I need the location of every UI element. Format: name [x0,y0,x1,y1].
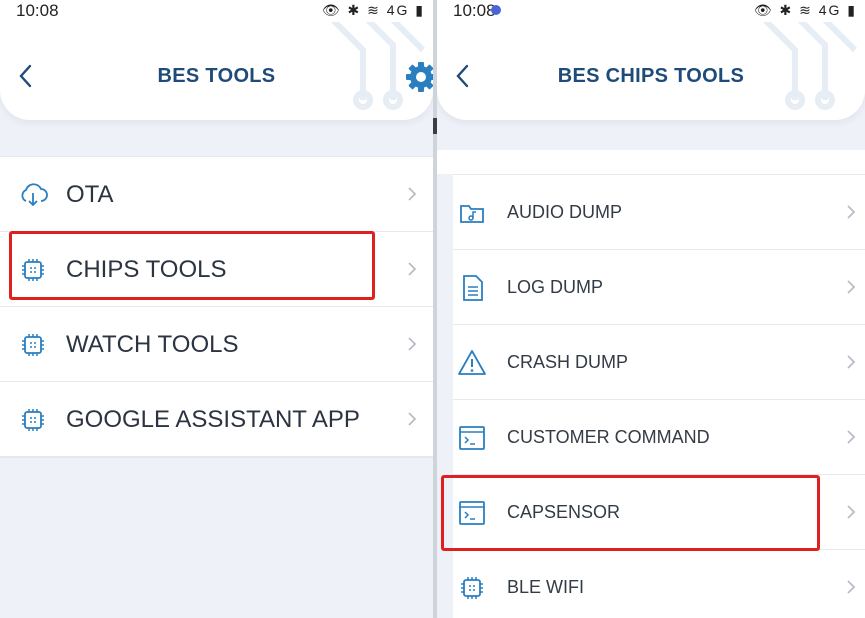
chevron-right-icon [408,337,417,351]
list-item-ble-wifi[interactable]: BLE WIFI [453,550,865,618]
list-item-capsensor[interactable]: CAPSENSOR [453,475,865,550]
list-item-customer-command[interactable]: CUSTOMER COMMAND [453,400,865,475]
status-bar: 10:08 👁 ✱ ≋ 4G ▮ [0,0,433,22]
list-item-label: BLE WIFI [507,577,585,597]
chevron-right-icon [408,262,417,276]
list-item-google-assistant-app[interactable]: GOOGLE ASSISTANT APP [0,382,433,457]
bes-tools-screen: BES TOOLS 10:08 👁 ✱ ≋ 4G ▮ OTA CHIPS TOO… [0,0,433,618]
audio-folder-icon [460,205,484,223]
bes-chips-tools-screen: BES CHIPS TOOLS 10:08 👁 ✱ ≋ 4G ▮ AUDIO D… [437,0,865,618]
chevron-right-icon [847,505,856,519]
warning-icon [458,350,486,375]
chevron-right-icon [847,280,856,294]
status-time: 10:08 [453,1,496,20]
chevron-right-icon [847,205,856,219]
status-icons: 👁 ✱ ≋ 4G ▮ [753,2,857,18]
terminal-icon [459,501,485,525]
chevron-right-icon [847,355,856,369]
list-item-ota[interactable]: OTA [0,157,433,232]
cloud-download-icon [21,183,48,207]
status-bar: 10:08 👁 ✱ ≋ 4G ▮ [437,0,865,22]
list-top-strip [437,150,865,174]
list-item-label: LOG DUMP [507,277,604,297]
page-title: BES CHIPS TOOLS [557,65,745,87]
list-item-chips-tools[interactable]: CHIPS TOOLS [0,232,433,307]
list-item-label: CUSTOMER COMMAND [507,427,710,447]
terminal-icon [459,426,485,450]
tools-list: OTA CHIPS TOOLS WATCH TOOLS GOOGLE ASSIS… [0,156,433,458]
list-item-label: CRASH DUMP [507,352,629,372]
list-item-label: AUDIO DUMP [507,202,623,222]
list-item-audio-dump[interactable]: AUDIO DUMP [453,175,865,250]
status-icons: 👁 ✱ ≋ 4G ▮ [321,2,425,18]
gear-icon[interactable] [404,60,433,94]
chips-tools-list: AUDIO DUMP LOG DUMP CRASH DUMP CUSTOMER … [453,174,865,618]
page-title: BES TOOLS [157,65,276,87]
document-icon [463,275,483,301]
list-item-log-dump[interactable]: LOG DUMP [453,250,865,325]
list-item-label: OTA [66,181,114,208]
status-time: 10:08 [16,1,59,20]
list-item-label: CAPSENSOR [507,502,621,522]
list-item-watch-tools[interactable]: WATCH TOOLS [0,307,433,382]
list-item-label: CHIPS TOOLS [66,256,227,283]
chip-icon [22,409,44,431]
chevron-right-icon [408,412,417,426]
chip-icon [461,577,483,599]
chip-icon [22,334,44,356]
list-item-label: WATCH TOOLS [66,331,239,358]
list-item-label: GOOGLE ASSISTANT APP [66,406,360,433]
list-item-crash-dump[interactable]: CRASH DUMP [453,325,865,400]
chevron-right-icon [408,187,417,201]
chip-icon [22,259,44,281]
chevron-right-icon [847,430,856,444]
chevron-right-icon [847,580,856,594]
notification-dot-icon [491,5,501,15]
